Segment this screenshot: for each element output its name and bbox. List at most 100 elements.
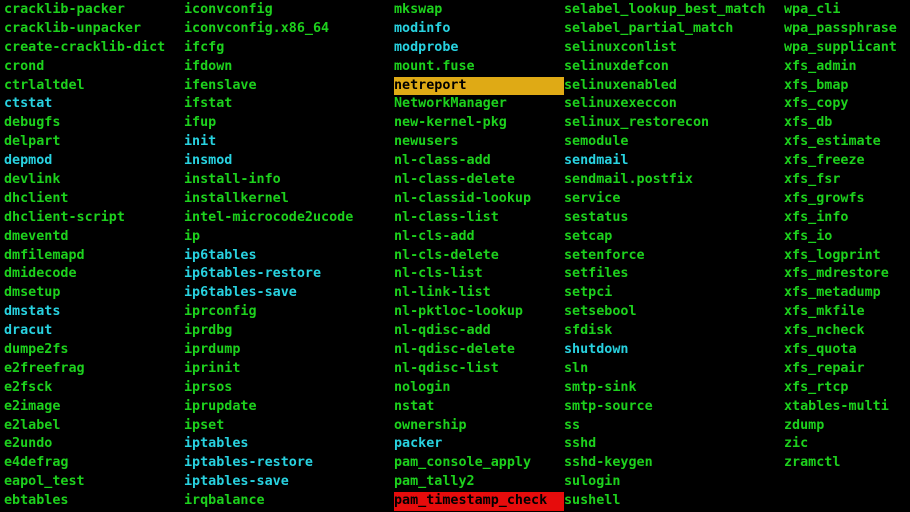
listing-entry[interactable]: modinfo [394, 20, 564, 39]
listing-entry[interactable]: xfs_freeze [784, 152, 910, 171]
listing-entry[interactable]: sfdisk [564, 322, 784, 341]
listing-entry[interactable]: wpa_passphrase [784, 20, 910, 39]
listing-entry[interactable]: zramctl [784, 454, 910, 473]
listing-entry[interactable]: e2label [4, 417, 184, 436]
listing-entry[interactable]: modprobe [394, 39, 564, 58]
listing-entry[interactable]: dhclient [4, 190, 184, 209]
listing-entry[interactable]: ss [564, 417, 784, 436]
listing-entry[interactable]: ctrlaltdel [4, 77, 184, 96]
listing-entry[interactable]: cracklib-unpacker [4, 20, 184, 39]
listing-entry[interactable]: ctstat [4, 95, 184, 114]
listing-entry[interactable]: new-kernel-pkg [394, 114, 564, 133]
listing-entry[interactable]: service [564, 190, 784, 209]
listing-entry[interactable]: xfs_quota [784, 341, 910, 360]
listing-entry[interactable]: setenforce [564, 247, 784, 266]
listing-entry[interactable]: packer [394, 435, 564, 454]
listing-entry[interactable]: cracklib-packer [4, 1, 184, 20]
listing-entry[interactable]: xfs_fsr [784, 171, 910, 190]
listing-entry[interactable]: nologin [394, 379, 564, 398]
listing-entry[interactable]: xfs_rtcp [784, 379, 910, 398]
listing-entry[interactable]: create-cracklib-dict [4, 39, 184, 58]
listing-entry[interactable]: irqbalance [184, 492, 394, 511]
listing-entry[interactable]: iptables-restore [184, 454, 394, 473]
listing-entry[interactable]: e2freefrag [4, 360, 184, 379]
listing-entry[interactable]: setfiles [564, 265, 784, 284]
listing-entry[interactable]: iprinit [184, 360, 394, 379]
listing-entry[interactable]: nl-cls-list [394, 265, 564, 284]
listing-entry[interactable]: smtp-source [564, 398, 784, 417]
listing-entry[interactable]: ip6tables-restore [184, 265, 394, 284]
listing-entry[interactable]: nl-class-list [394, 209, 564, 228]
listing-entry[interactable]: zdump [784, 417, 910, 436]
listing-entry[interactable]: nl-qdisc-delete [394, 341, 564, 360]
listing-entry[interactable]: dhclient-script [4, 209, 184, 228]
listing-entry[interactable]: xfs_metadump [784, 284, 910, 303]
listing-entry[interactable]: nl-class-delete [394, 171, 564, 190]
listing-entry[interactable]: setcap [564, 228, 784, 247]
listing-entry[interactable]: zic [784, 435, 910, 454]
listing-entry[interactable]: ip6tables [184, 247, 394, 266]
listing-entry[interactable]: dmsetup [4, 284, 184, 303]
listing-entry[interactable]: nl-pktloc-lookup [394, 303, 564, 322]
listing-entry[interactable]: intel-microcode2ucode [184, 209, 394, 228]
listing-entry[interactable]: nl-class-add [394, 152, 564, 171]
listing-entry[interactable]: iprdbg [184, 322, 394, 341]
listing-entry[interactable]: shutdown [564, 341, 784, 360]
listing-entry[interactable]: iprconfig [184, 303, 394, 322]
listing-entry[interactable]: devlink [4, 171, 184, 190]
listing-entry[interactable]: e2undo [4, 435, 184, 454]
listing-entry[interactable]: xfs_repair [784, 360, 910, 379]
listing-entry[interactable]: selinuxenabled [564, 77, 784, 96]
listing-entry[interactable]: pam_console_apply [394, 454, 564, 473]
listing-entry[interactable]: dmeventd [4, 228, 184, 247]
listing-entry[interactable]: sendmail [564, 152, 784, 171]
listing-entry[interactable]: xfs_info [784, 209, 910, 228]
listing-entry[interactable]: iprdump [184, 341, 394, 360]
listing-entry[interactable]: xfs_io [784, 228, 910, 247]
listing-entry[interactable]: xfs_ncheck [784, 322, 910, 341]
listing-entry[interactable]: ip6tables-save [184, 284, 394, 303]
listing-entry[interactable]: NetworkManager [394, 95, 564, 114]
listing-entry[interactable]: sulogin [564, 473, 784, 492]
listing-entry[interactable]: xfs_admin [784, 58, 910, 77]
listing-entry[interactable]: xfs_logprint [784, 247, 910, 266]
listing-entry[interactable]: ifenslave [184, 77, 394, 96]
listing-entry[interactable]: ebtables [4, 492, 184, 511]
listing-entry[interactable]: nstat [394, 398, 564, 417]
listing-entry[interactable]: newusers [394, 133, 564, 152]
listing-entry[interactable]: ipset [184, 417, 394, 436]
listing-entry[interactable]: iprsos [184, 379, 394, 398]
listing-entry[interactable]: semodule [564, 133, 784, 152]
listing-entry[interactable]: selinux_restorecon [564, 114, 784, 133]
listing-entry[interactable]: setpci [564, 284, 784, 303]
listing-entry[interactable]: selinuxdefcon [564, 58, 784, 77]
listing-entry[interactable]: xfs_bmap [784, 77, 910, 96]
listing-entry[interactable]: ownership [394, 417, 564, 436]
listing-entry[interactable]: xfs_mdrestore [784, 265, 910, 284]
listing-entry[interactable]: setsebool [564, 303, 784, 322]
listing-entry[interactable]: ip [184, 228, 394, 247]
listing-entry[interactable]: delpart [4, 133, 184, 152]
listing-entry[interactable]: ifdown [184, 58, 394, 77]
listing-entry[interactable]: debugfs [4, 114, 184, 133]
listing-entry[interactable]: dmfilemapd [4, 247, 184, 266]
listing-entry[interactable]: sendmail.postfix [564, 171, 784, 190]
listing-entry[interactable]: selabel_partial_match [564, 20, 784, 39]
listing-entry[interactable]: depmod [4, 152, 184, 171]
listing-entry[interactable]: nl-link-list [394, 284, 564, 303]
listing-entry[interactable]: nl-qdisc-list [394, 360, 564, 379]
listing-entry[interactable]: iptables-save [184, 473, 394, 492]
listing-entry[interactable]: iptables [184, 435, 394, 454]
listing-entry[interactable]: dmstats [4, 303, 184, 322]
listing-entry[interactable]: iconvconfig.x86_64 [184, 20, 394, 39]
listing-entry[interactable]: xfs_copy [784, 95, 910, 114]
listing-entry[interactable]: e2fsck [4, 379, 184, 398]
listing-entry[interactable]: sshd-keygen [564, 454, 784, 473]
listing-entry[interactable]: e4defrag [4, 454, 184, 473]
listing-entry[interactable]: sshd [564, 435, 784, 454]
listing-entry[interactable]: dmidecode [4, 265, 184, 284]
listing-entry[interactable]: installkernel [184, 190, 394, 209]
listing-entry[interactable]: dumpe2fs [4, 341, 184, 360]
listing-entry[interactable]: iprupdate [184, 398, 394, 417]
listing-entry[interactable]: xfs_mkfile [784, 303, 910, 322]
